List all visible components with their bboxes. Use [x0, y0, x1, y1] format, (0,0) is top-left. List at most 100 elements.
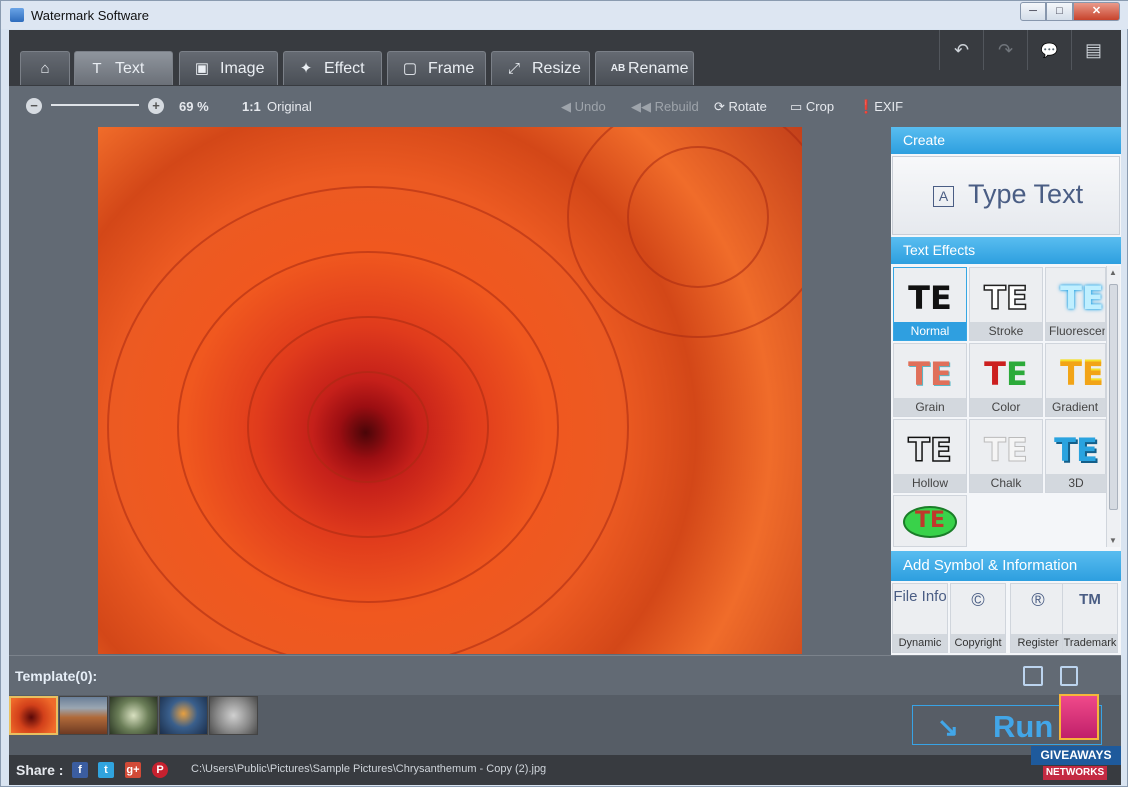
effect-fluorescent[interactable]: TE Fluorescent [1045, 267, 1106, 341]
crop-icon: ▭ [790, 99, 806, 114]
twitter-icon[interactable]: t [98, 762, 114, 778]
thumbnail-koala[interactable] [209, 696, 258, 735]
effect-sample: TE [914, 508, 946, 533]
tab-effect[interactable]: ✦ Effect [283, 51, 382, 85]
tab-label: Text [115, 60, 145, 77]
text-icon: T [92, 60, 102, 77]
tab-label: Rename [628, 60, 689, 77]
pinterest-icon[interactable]: P [152, 762, 168, 778]
add-symbol-header: Add Symbol & Information [891, 551, 1121, 581]
effect-sample: TE [1060, 279, 1104, 317]
effect-label: Normal [894, 322, 966, 340]
save-template-icon[interactable] [1023, 666, 1043, 686]
rebuild-arrow-icon: ◀◀ [631, 99, 655, 114]
effect-label: Fluorescent [1046, 322, 1105, 340]
effect-sample: TE [970, 354, 1042, 394]
effect-hollow[interactable]: TE Hollow [893, 419, 967, 493]
close-button[interactable]: ✕ [1073, 2, 1120, 21]
message-icon[interactable]: 💬 [1027, 30, 1071, 70]
photo-preview[interactable] [98, 127, 802, 654]
effect-color[interactable]: TE Color [969, 343, 1043, 417]
effect-3d[interactable]: TE 3D [1045, 419, 1106, 493]
effect-sample: TE [907, 430, 952, 470]
effect-sample: TE [983, 278, 1028, 318]
effect-badge[interactable]: TE [893, 495, 967, 547]
minimize-button[interactable]: ─ [1020, 2, 1046, 21]
scroll-up-icon[interactable]: ▲ [1109, 268, 1117, 277]
frame-icon: ▢ [402, 60, 418, 77]
undo-button[interactable]: ◀ Undo [561, 99, 606, 115]
thumbnail-desert[interactable] [59, 696, 108, 735]
exif-icon: ❗ [858, 99, 875, 114]
undo-icon[interactable]: ↶ [939, 30, 983, 70]
document-icon[interactable]: ▤ [1071, 30, 1115, 70]
file-path: C:\Users\Public\Pictures\Sample Pictures… [191, 763, 547, 775]
effects-scrollbar[interactable]: ▲ ▼ [1106, 266, 1120, 547]
app-logo-icon [10, 8, 24, 22]
tab-label: Resize [532, 60, 581, 77]
exif-label: EXIF [874, 99, 904, 114]
tab-rename[interactable]: AB Rename [595, 51, 694, 85]
zoom-in-button[interactable]: + [148, 98, 164, 114]
effect-label: Hollow [894, 474, 966, 492]
tab-frame[interactable]: ▢ Frame [387, 51, 486, 85]
file-info-icon: File Info [893, 588, 947, 605]
symbol-label: Dynamic [893, 634, 947, 652]
share-label: Share : [16, 762, 64, 778]
registered-icon: ® [1031, 590, 1045, 610]
canvas-area [9, 126, 891, 655]
redo-icon[interactable]: ↷ [983, 30, 1027, 70]
thumbnail-chrysanthemum[interactable] [9, 696, 58, 735]
effect-stroke[interactable]: TE Stroke [969, 267, 1043, 341]
undo-label: Undo [574, 99, 606, 114]
actual-size-icon[interactable]: 1:1 [242, 99, 261, 114]
maximize-button[interactable]: □ [1046, 2, 1073, 21]
zoom-out-button[interactable]: − [26, 98, 42, 114]
symbol-register[interactable]: ® Register [1010, 583, 1066, 653]
giveaways-badge: GIVEAWAYS NETWORKS [1031, 694, 1121, 782]
effect-sample-e: E [1005, 355, 1028, 393]
rebuild-button[interactable]: ◀◀ Rebuild [631, 99, 699, 115]
google-plus-icon[interactable]: g+ [125, 762, 141, 778]
symbol-trademark[interactable]: TM Trademark [1062, 583, 1118, 653]
rotate-icon: ⟳ [714, 99, 729, 114]
zoom-slider[interactable] [51, 104, 139, 106]
effect-sample: TE [908, 355, 952, 393]
type-text-button[interactable]: A Type Text [892, 156, 1120, 235]
rename-icon: AB [610, 63, 626, 74]
scroll-thumb[interactable] [1109, 284, 1118, 510]
original-size-button[interactable]: Original [267, 99, 312, 114]
template-bar: Template(0): [9, 655, 1121, 695]
rebuild-label: Rebuild [654, 99, 699, 114]
effect-sample: TE [908, 279, 952, 317]
effect-chalk[interactable]: TE Chalk [969, 419, 1043, 493]
thumbnail-jellyfish[interactable] [159, 696, 208, 735]
effect-label: Color [970, 398, 1042, 416]
effects-grid: TE Normal TE Stroke TE Fluorescent TE Gr… [891, 266, 1106, 547]
tab-resize[interactable]: ⤢ Resize [491, 51, 590, 85]
exif-button[interactable]: ❗EXIF [858, 99, 903, 115]
crop-label: Crop [805, 99, 835, 114]
load-template-icon[interactable] [1060, 666, 1078, 686]
effect-grain[interactable]: TE Grain [893, 343, 967, 417]
create-header: Create [891, 127, 1121, 154]
rotate-button[interactable]: ⟳ Rotate [714, 99, 767, 115]
image-icon: ▣ [194, 60, 210, 77]
tab-text[interactable]: T Text [74, 51, 173, 85]
effect-label: 3D [1046, 474, 1106, 492]
client-area: ⌂ T Text ▣ Image ✦ Effect ▢ Frame ⤢ Resi… [9, 30, 1121, 785]
thumbnail-hydrangeas[interactable] [109, 696, 158, 735]
title-bar: Watermark Software ─ □ ✕ [1, 1, 1128, 29]
tab-image[interactable]: ▣ Image [179, 51, 278, 85]
effect-normal[interactable]: TE Normal [893, 267, 967, 341]
rotate-label: Rotate [728, 99, 767, 114]
symbol-copyright[interactable]: © Copyright [950, 583, 1006, 653]
crop-button[interactable]: ▭ Crop [790, 99, 834, 115]
tab-home[interactable]: ⌂ [20, 51, 70, 85]
symbol-dynamic[interactable]: File Info Dynamic [892, 583, 948, 653]
facebook-icon[interactable]: f [72, 762, 88, 778]
promo-line1: GIVEAWAYS [1031, 746, 1121, 765]
effect-gradient[interactable]: TE Gradient [1045, 343, 1106, 417]
scroll-down-icon[interactable]: ▼ [1109, 536, 1117, 545]
resize-icon: ⤢ [507, 60, 520, 77]
